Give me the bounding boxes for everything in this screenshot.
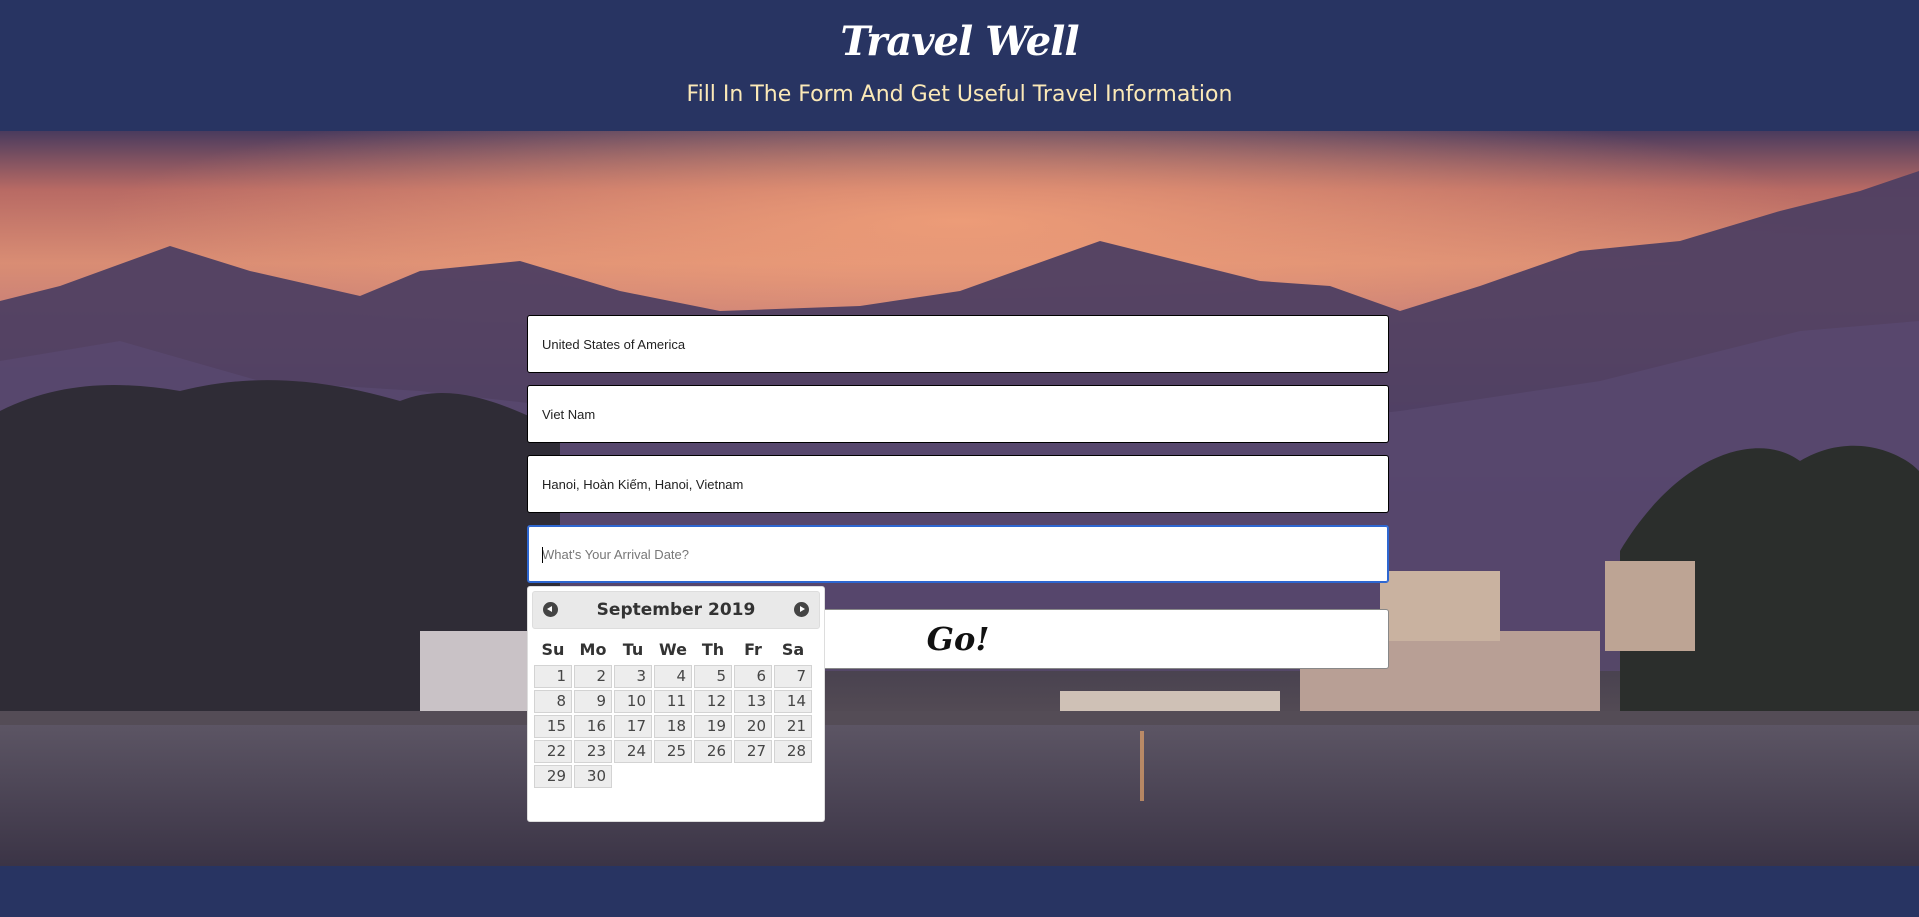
destination-country-field[interactable]	[527, 385, 1389, 443]
day-cell[interactable]: 30	[574, 765, 612, 788]
day-cell[interactable]: 8	[534, 690, 572, 713]
week-row: 8 9 10 11 12 13 14	[534, 690, 812, 713]
day-cell[interactable]: 21	[774, 715, 812, 738]
weekday-row: Su Mo Tu We Th Fr Sa	[534, 635, 812, 663]
day-cell[interactable]: 14	[774, 690, 812, 713]
day-cell[interactable]: 23	[574, 740, 612, 763]
week-row: 15 16 17 18 19 20 21	[534, 715, 812, 738]
day-cell[interactable]: 16	[574, 715, 612, 738]
next-month-icon[interactable]	[794, 602, 809, 617]
month-title: September 2019	[596, 600, 756, 620]
brand-logo: Travel Well	[840, 18, 1079, 65]
weekday-label: We	[659, 639, 687, 659]
day-cell[interactable]: 27	[734, 740, 772, 763]
day-cell[interactable]: 10	[614, 690, 652, 713]
arrival-date-input[interactable]	[528, 526, 1388, 582]
weekday-label: Su	[541, 639, 565, 659]
weekday-label: Fr	[744, 639, 762, 659]
day-cell[interactable]: 11	[654, 690, 692, 713]
day-cell[interactable]: 2	[574, 665, 612, 688]
date-picker: September 2019 Su Mo Tu We Th Fr Sa 1 2 …	[527, 586, 825, 822]
date-picker-header: September 2019	[532, 591, 820, 629]
weekday-label: Mo	[579, 639, 607, 659]
day-cell[interactable]: 24	[614, 740, 652, 763]
weekday-label: Th	[701, 639, 725, 659]
day-cell[interactable]: 19	[694, 715, 732, 738]
day-cell[interactable]: 13	[734, 690, 772, 713]
day-cell[interactable]: 7	[774, 665, 812, 688]
weekday-label: Tu	[622, 639, 644, 659]
day-cell[interactable]: 17	[614, 715, 652, 738]
site-header: Travel Well Fill In The Form And Get Use…	[0, 0, 1919, 131]
destination-city-field[interactable]	[527, 455, 1389, 513]
day-cell[interactable]: 18	[654, 715, 692, 738]
day-cell[interactable]: 9	[574, 690, 612, 713]
destination-country-input[interactable]	[528, 386, 1388, 442]
day-cell[interactable]: 4	[654, 665, 692, 688]
origin-country-field[interactable]	[527, 315, 1389, 373]
page-tagline: Fill In The Form And Get Useful Travel I…	[686, 82, 1233, 107]
origin-country-input[interactable]	[528, 316, 1388, 372]
day-cell[interactable]: 25	[654, 740, 692, 763]
day-cell[interactable]: 1	[534, 665, 572, 688]
day-cell[interactable]: 3	[614, 665, 652, 688]
day-cell[interactable]: 20	[734, 715, 772, 738]
weekday-label: Sa	[781, 639, 805, 659]
day-cell[interactable]: 12	[694, 690, 732, 713]
destination-city-input[interactable]	[528, 456, 1388, 512]
week-row: 1 2 3 4 5 6 7	[534, 665, 812, 688]
arrival-date-field[interactable]	[527, 525, 1389, 583]
day-cell[interactable]: 29	[534, 765, 572, 788]
day-cell[interactable]: 6	[734, 665, 772, 688]
calendar-grid: Su Mo Tu We Th Fr Sa 1 2 3 4 5 6 7 8 9 1…	[532, 633, 814, 790]
day-cell[interactable]: 28	[774, 740, 812, 763]
week-row: 29 30	[534, 765, 812, 788]
text-caret	[542, 547, 543, 563]
week-row: 22 23 24 25 26 27 28	[534, 740, 812, 763]
site-footer	[0, 866, 1919, 917]
day-cell[interactable]: 26	[694, 740, 732, 763]
day-cell[interactable]: 15	[534, 715, 572, 738]
day-cell[interactable]: 5	[694, 665, 732, 688]
day-cell[interactable]: 22	[534, 740, 572, 763]
